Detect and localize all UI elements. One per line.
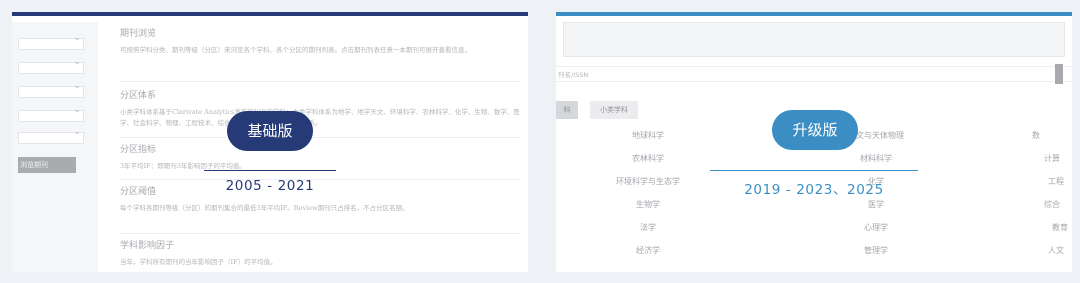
search-label: 刊名/ISSN	[558, 71, 589, 79]
subject-item[interactable]: 生物学	[588, 199, 708, 210]
filter-select-1[interactable]	[18, 33, 84, 50]
subject-item[interactable]: 环境科学与生态学	[588, 176, 708, 187]
basic-version-badge: 基础版	[227, 111, 313, 151]
section-title: 期刊浏览	[120, 29, 157, 39]
basic-year-range: 2005 - 2021	[225, 178, 315, 194]
search-row: 刊名/ISSN	[556, 66, 1072, 82]
subject-item[interactable]: 心理学	[816, 222, 936, 233]
section-subject-if: 学科影响因子 当年，学科所有期刊的当年影响因子（IF）的平均值。	[120, 234, 520, 272]
tab-major-subject[interactable]: 科	[556, 101, 578, 119]
subject-item[interactable]: 管理学	[816, 245, 936, 256]
section-title: 学科影响因子	[120, 241, 175, 251]
filter-select-2[interactable]	[18, 57, 84, 74]
upgrade-year-range: 2019 - 2023、2025	[744, 182, 884, 198]
filter-select-4[interactable]	[18, 105, 84, 122]
subject-item[interactable]: 法学	[588, 222, 708, 233]
section-partition-system: 分区体系 小类学科体系基于Clarivate Analytics发布的JCR的学…	[120, 82, 520, 138]
subject-item[interactable]: 医学	[816, 199, 936, 210]
subject-item[interactable]: 教育	[1052, 222, 1072, 233]
scrollbar-thumb[interactable]	[1055, 64, 1063, 84]
filter-sidebar: 浏览期刊	[12, 22, 98, 272]
subject-item[interactable]: 地球科学	[588, 130, 708, 141]
subject-item[interactable]: 经济学	[588, 245, 708, 256]
section-text: 小类学科体系基于Clarivate Analytics发布的JCR的学科；大类学…	[120, 108, 520, 127]
section-title: 分区指标	[120, 145, 157, 155]
subject-item[interactable]: 农林科学	[588, 153, 708, 164]
subject-item[interactable]: 计算	[1044, 153, 1072, 164]
subject-item[interactable]: 综合	[1044, 199, 1072, 210]
tab-minor-subject[interactable]: 小类学科	[590, 101, 638, 119]
browse-journals-button[interactable]: 浏览期刊	[18, 157, 76, 173]
subject-item[interactable]: 工程	[1048, 176, 1072, 187]
subject-item[interactable]: 数	[1032, 130, 1072, 141]
section-journal-browse: 期刊浏览 可按照学科分类、期刊等级（分区）来浏览各个学科、各个分区的期刊列表。点…	[120, 26, 520, 82]
subject-item[interactable]: 人文	[1048, 245, 1072, 256]
section-text: 每个学科各期刊等级（分区）的期刊集合的最低3年平均IF。Review期刊只占排名…	[120, 204, 409, 212]
section-text: 可按照学科分类、期刊等级（分区）来浏览各个学科、各个分区的期刊列表。点击期刊列表…	[120, 46, 471, 54]
basic-years-divider	[204, 170, 336, 171]
subject-item[interactable]: 材料科学	[816, 153, 936, 164]
filter-select-3[interactable]	[18, 81, 84, 98]
upgrade-years-divider	[710, 170, 918, 171]
section-text: 当年，学科所有期刊的当年影响因子（IF）的平均值。	[120, 258, 277, 266]
section-partition-index: 分区指标 3年平均IF：即期刊3年影响因子的平均值。	[120, 138, 520, 180]
upgrade-version-badge: 升级版	[772, 110, 858, 150]
filter-select-5[interactable]	[18, 127, 84, 144]
journal-list-textarea[interactable]	[563, 22, 1065, 57]
section-title: 分区体系	[120, 91, 157, 101]
